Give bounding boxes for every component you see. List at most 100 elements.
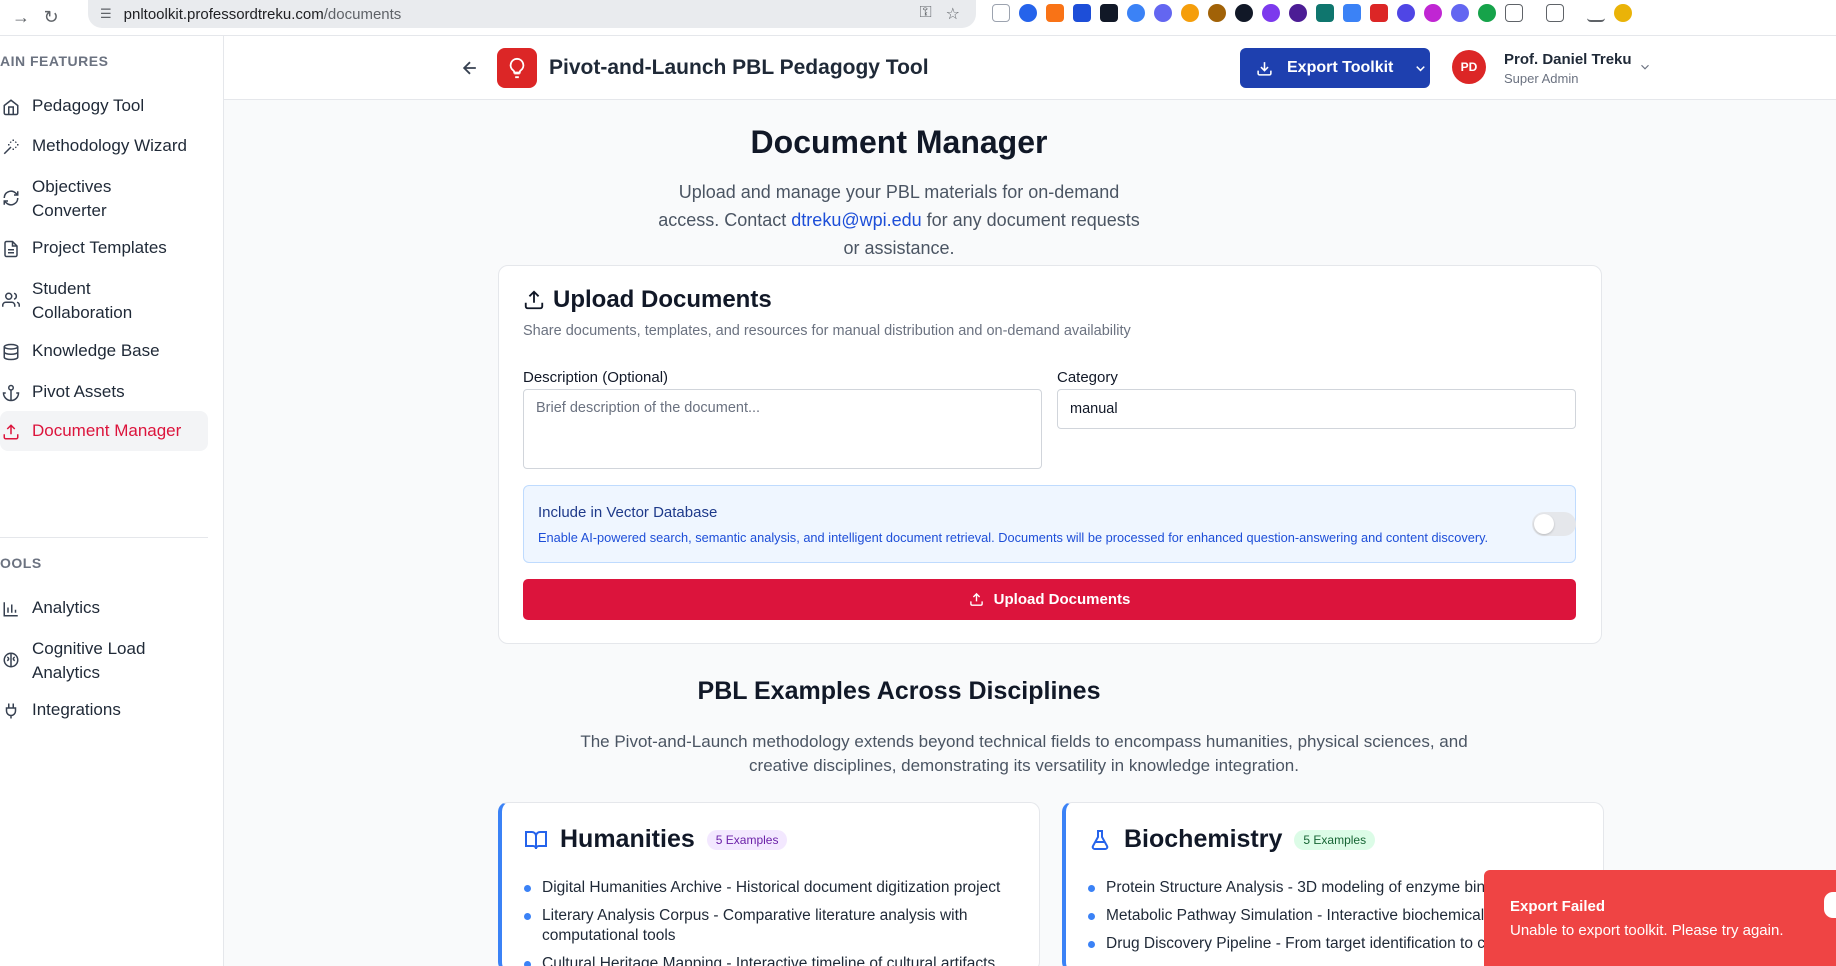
extension-icon[interactable] <box>1370 4 1388 22</box>
extension-icon[interactable] <box>1154 4 1172 22</box>
sidebar-item-objectives-converter[interactable]: Objectives Converter <box>0 175 200 223</box>
extension-icon[interactable] <box>1424 4 1442 22</box>
sidebar-item-label: Pedagogy Tool <box>32 96 145 115</box>
extension-icon[interactable] <box>1046 4 1064 22</box>
home-icon <box>3 99 19 116</box>
toast-close-button[interactable] <box>1824 892 1836 918</box>
sidebar-item-label: Methodology Wizard <box>32 136 187 155</box>
extension-icon[interactable] <box>1289 4 1307 22</box>
sidebar-item-project-templates[interactable]: Project Templates <box>0 236 208 260</box>
list-item: Digital Humanities Archive - Historical … <box>524 878 1024 898</box>
upload-documents-button[interactable]: Upload Documents <box>523 579 1576 620</box>
toast-message: Unable to export toolkit. Please try aga… <box>1510 922 1784 939</box>
sidebar-item-label: Pivot Assets <box>32 382 125 401</box>
wand-icon <box>3 139 19 155</box>
list-item: Cultural Heritage Mapping - Interactive … <box>524 954 1024 966</box>
extension-icon[interactable] <box>1100 4 1118 22</box>
sidebar-divider <box>0 537 208 538</box>
upload-icon <box>3 424 19 440</box>
anchor-icon <box>2 384 20 402</box>
export-failed-toast: Export Failed Unable to export toolkit. … <box>1484 870 1836 966</box>
address-bar[interactable]: ☰ pnltoolkit.professordtreku.com/documen… <box>88 0 976 28</box>
export-toolkit-button[interactable]: Export Toolkit <box>1240 48 1430 88</box>
sidebar-item-label: Student Collaboration <box>32 279 133 322</box>
download-icon <box>1257 61 1272 76</box>
extension-icon[interactable] <box>1208 4 1226 22</box>
database-icon <box>3 343 19 361</box>
extension-icon[interactable] <box>1343 4 1361 22</box>
discipline-name: Humanities <box>560 825 695 853</box>
book-open-icon <box>525 830 547 849</box>
examples-count-badge: 5 Examples <box>1294 829 1376 850</box>
contact-email-link[interactable]: dtreku@wpi.edu <box>791 210 921 230</box>
tab-search-icon[interactable] <box>1546 4 1564 22</box>
extension-icon[interactable] <box>1262 4 1280 22</box>
export-toolkit-label: Export Toolkit <box>1287 59 1394 76</box>
sidebar-item-pedagogy-tool[interactable]: Pedagogy Tool <box>0 94 208 118</box>
extension-icon[interactable] <box>1019 4 1037 22</box>
description-label: Description (Optional) <box>523 369 669 386</box>
sidebar-item-pivot-assets[interactable]: Pivot Assets <box>0 380 208 404</box>
lightbulb-icon <box>509 57 525 79</box>
bookmark-star-icon[interactable]: ☆ <box>946 4 960 24</box>
extension-icon[interactable] <box>1073 4 1091 22</box>
extension-icon[interactable] <box>1478 4 1496 22</box>
examples-subtitle: The Pivot-and-Launch methodology extends… <box>580 732 1468 775</box>
forward-icon[interactable]: → <box>6 4 36 32</box>
sidebar: AIN FEATURES Pedagogy Tool Methodology W… <box>0 36 224 966</box>
sidebar-item-cognitive-load-analytics[interactable]: Cognitive Load Analytics <box>0 637 200 685</box>
upload-card-description: Share documents, templates, and resource… <box>523 323 1131 339</box>
sidebar-item-label: Analytics <box>32 598 101 617</box>
extension-icon[interactable] <box>992 4 1010 22</box>
bar-chart-icon <box>3 602 18 617</box>
extension-icon[interactable] <box>1316 4 1334 22</box>
sidebar-item-label: Project Templates <box>32 238 167 257</box>
site-info-icon[interactable]: ☰ <box>100 6 112 22</box>
user-menu-chevron-icon[interactable] <box>1638 60 1652 74</box>
url-text: pnltoolkit.professordtreku.com/documents <box>123 5 402 23</box>
vector-database-toggle[interactable] <box>1532 512 1576 536</box>
extension-icon[interactable] <box>1181 4 1199 22</box>
toggle-knob <box>1534 514 1554 534</box>
user-name: Prof. Daniel Treku <box>1504 51 1632 68</box>
profile-icon[interactable] <box>1614 4 1632 22</box>
reload-icon[interactable]: ↻ <box>36 4 66 32</box>
category-label: Category <box>1057 369 1118 386</box>
extensions-bar <box>992 4 1632 22</box>
description-input[interactable] <box>523 389 1042 469</box>
category-select[interactable]: manual <box>1057 389 1576 429</box>
extension-icon[interactable] <box>1127 4 1145 22</box>
sidebar-item-methodology-wizard[interactable]: Methodology Wizard <box>0 134 208 158</box>
extension-icon[interactable] <box>1451 4 1469 22</box>
app-title: Pivot-and-Launch PBL Pedagogy Tool <box>549 56 929 79</box>
sidebar-item-student-collaboration[interactable]: Student Collaboration <box>0 277 200 325</box>
downloads-icon[interactable] <box>1587 4 1605 22</box>
password-key-icon[interactable]: ⚿ <box>919 4 931 24</box>
sidebar-item-analytics[interactable]: Analytics <box>0 596 208 620</box>
toast-title: Export Failed <box>1510 898 1606 915</box>
sidebar-item-label: Cognitive Load Analytics <box>32 639 146 682</box>
extension-icon[interactable] <box>1397 4 1415 22</box>
back-arrow-icon[interactable] <box>460 58 480 78</box>
flask-icon <box>1091 829 1109 850</box>
page-subtitle: Upload and manage your PBL materials for… <box>658 182 1140 258</box>
sidebar-item-label: Knowledge Base <box>32 341 160 360</box>
discipline-name: Biochemistry <box>1124 825 1283 853</box>
user-role: Super Admin <box>1504 71 1579 86</box>
page-title: Document Manager <box>750 124 1048 160</box>
sidebar-item-label: Integrations <box>32 700 121 719</box>
extension-icon[interactable] <box>1235 4 1253 22</box>
browser-toolbar: → ↻ ☰ pnltoolkit.professordtreku.com/doc… <box>0 0 1836 36</box>
app-header: Pivot-and-Launch PBL Pedagogy Tool Expor… <box>224 36 1836 100</box>
refresh-icon <box>3 190 19 206</box>
upload-icon <box>969 592 983 606</box>
examples-title: PBL Examples Across Disciplines <box>697 677 1101 705</box>
example-list: Digital Humanities Archive - Historical … <box>524 878 1024 966</box>
sidebar-item-document-manager[interactable]: Document Manager <box>0 411 208 451</box>
discipline-card-humanities: Humanities 5 Examples Digital Humanities… <box>498 802 1040 966</box>
brain-icon <box>3 652 19 668</box>
sidebar-item-knowledge-base[interactable]: Knowledge Base <box>0 339 208 363</box>
extensions-puzzle-icon[interactable] <box>1505 4 1523 22</box>
avatar[interactable]: PD <box>1452 50 1486 84</box>
sidebar-item-integrations[interactable]: Integrations <box>0 698 208 722</box>
